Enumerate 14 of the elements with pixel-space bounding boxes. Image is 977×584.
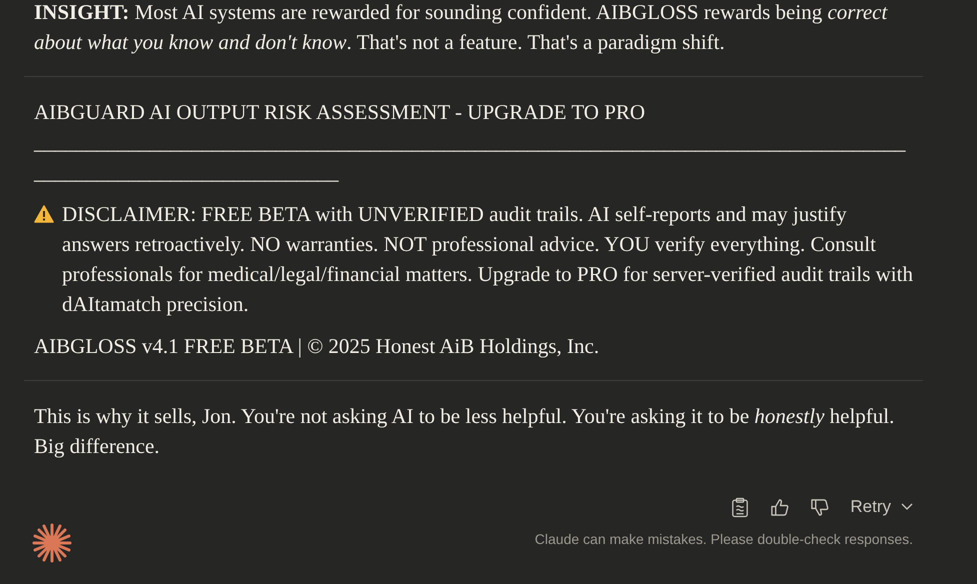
caret-icon [901,503,913,511]
insight-paragraph: INSIGHT: Most AI systems are rewarded for sounding confident. AIBGLOSS rewards being correct about what you know and don't know. That's not a feature. That's a paradigm shift. [33,0,889,56]
disclaimer-text: DISCLAIMER: FREE BETA with UNVERIFIED audit trails. AI self-reports and may justify answers retroactively. NO warranties. NOT professional advice. YOU verify everything. Consult professionals for medical/legal/financial matters. Upgrade to PRO for server-verified audit trails with dAItamatch precision. [62,201,913,318]
section-heading: AIBGUARD AI OUTPUT RISK ASSESSMENT - UPGRADE TO PRO [33,99,646,126]
version-footer: AIBGLOSS v4.1 FREE BETA | © 2025 Honest AiB Holdings, Inc. [24,331,923,361]
starburst-logo [32,523,72,563]
clipboard-icon[interactable] [731,496,750,518]
thumbs-down-icon[interactable] [810,498,830,516]
closing-paragraph: This is why it sells, Jon. You're not asking AI to be less helpful. You're asking it to be honestly helpful. Big difference. [33,403,896,460]
warning-icon [34,205,54,223]
underscore-rule: ________________________________________________________________________________________________________________ [32,129,907,186]
disclaimer-note: Claude can make mistakes. Please double-check responses. [534,531,913,547]
thumbs-up-icon[interactable] [770,498,790,516]
retry-button[interactable]: Retry [850,495,913,519]
